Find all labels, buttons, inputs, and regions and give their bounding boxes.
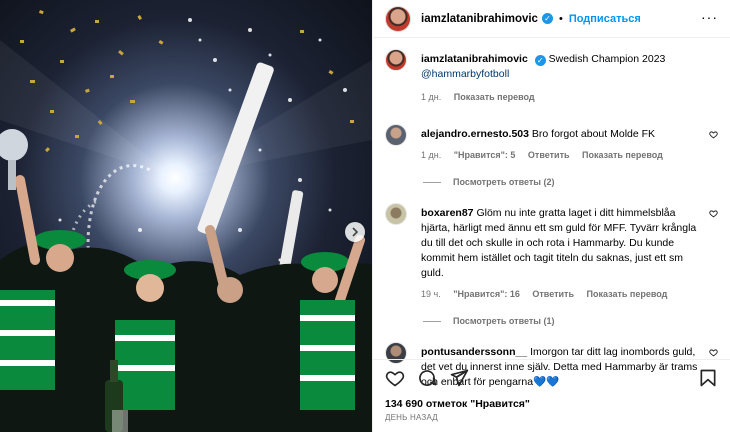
caption-mention[interactable]: @hammarbyfotboll bbox=[421, 67, 706, 82]
translate-link[interactable]: Показать перевод bbox=[587, 289, 668, 299]
more-options-icon[interactable]: ··· bbox=[701, 10, 718, 24]
next-photo-button[interactable] bbox=[345, 222, 365, 242]
view-replies-label[interactable]: Посмотреть ответы (2) bbox=[453, 177, 554, 187]
commenter-avatar[interactable] bbox=[385, 124, 407, 146]
view-replies-button[interactable]: Посмотреть ответы (2) bbox=[423, 177, 718, 187]
caption-text: Swedish Champion 2023 bbox=[548, 53, 666, 65]
comment-time: 19 ч. bbox=[421, 289, 441, 299]
author-avatar-small[interactable] bbox=[385, 49, 407, 71]
post-date: ДЕНЬ НАЗАД bbox=[385, 413, 438, 422]
comment-username[interactable]: boxaren87 bbox=[421, 207, 474, 219]
comment-likes[interactable]: "Нравится": 16 bbox=[453, 289, 520, 299]
likes-count[interactable]: 134 690 отметок "Нравится" bbox=[385, 398, 718, 410]
view-replies-button[interactable]: Посмотреть ответы (1) bbox=[423, 316, 718, 326]
post-details-panel: iamzlatanibrahimovic ✓ • Подписаться ···… bbox=[372, 0, 730, 432]
comment-username[interactable]: alejandro.ernesto.503 bbox=[421, 128, 529, 140]
comment: alejandro.ernesto.503 Bro forgot about M… bbox=[385, 124, 718, 163]
replies-divider bbox=[423, 181, 441, 183]
comment-time: 1 дн. bbox=[421, 150, 442, 160]
comment-likes[interactable]: "Нравится": 5 bbox=[454, 150, 516, 160]
reply-button[interactable]: Ответить bbox=[528, 150, 570, 160]
author-avatar[interactable] bbox=[385, 5, 411, 32]
share-paper-plane-icon[interactable] bbox=[449, 368, 469, 388]
instagram-post: iamzlatanibrahimovic ✓ • Подписаться ···… bbox=[0, 0, 730, 432]
view-replies-label[interactable]: Посмотреть ответы (1) bbox=[453, 316, 554, 326]
verified-badge-icon: ✓ bbox=[541, 13, 553, 24]
separator-dot: • bbox=[558, 12, 563, 25]
translate-link[interactable]: Показать перевод bbox=[582, 150, 663, 160]
like-heart-icon[interactable] bbox=[709, 130, 718, 139]
bookmark-icon[interactable] bbox=[698, 368, 718, 388]
verified-badge-icon: ✓ bbox=[534, 55, 546, 66]
chevron-right-icon bbox=[352, 227, 359, 237]
caption-username[interactable]: iamzlatanibrahimovic bbox=[421, 53, 528, 65]
celebration-image bbox=[0, 10, 372, 432]
comment: boxaren87 Glöm nu inte gratta laget i di… bbox=[385, 203, 718, 302]
comments-list: iamzlatanibrahimovic ✓ Swedish Champion … bbox=[373, 38, 730, 390]
comment-text: Bro forgot about Molde FK bbox=[531, 128, 656, 140]
post-header: iamzlatanibrahimovic ✓ • Подписаться ··· bbox=[373, 0, 730, 38]
translate-link[interactable]: Показать перевод bbox=[454, 92, 535, 102]
like-heart-icon[interactable] bbox=[709, 348, 718, 357]
like-heart-icon[interactable] bbox=[709, 209, 718, 218]
reply-button[interactable]: Ответить bbox=[532, 289, 574, 299]
follow-button[interactable]: Подписаться bbox=[569, 13, 641, 25]
post-actions: 134 690 отметок "Нравится" ДЕНЬ НАЗАД bbox=[373, 359, 730, 432]
caption: iamzlatanibrahimovic ✓ Swedish Champion … bbox=[385, 49, 718, 105]
comment-bubble-icon[interactable] bbox=[417, 368, 437, 388]
comment-username[interactable]: pontusanderssonn__ bbox=[421, 346, 527, 358]
caption-time: 1 дн. bbox=[421, 92, 442, 102]
author-username[interactable]: iamzlatanibrahimovic bbox=[421, 13, 538, 25]
like-heart-icon[interactable] bbox=[385, 368, 405, 388]
post-photo[interactable] bbox=[0, 0, 372, 432]
replies-divider bbox=[423, 320, 441, 322]
commenter-avatar[interactable] bbox=[385, 203, 407, 225]
